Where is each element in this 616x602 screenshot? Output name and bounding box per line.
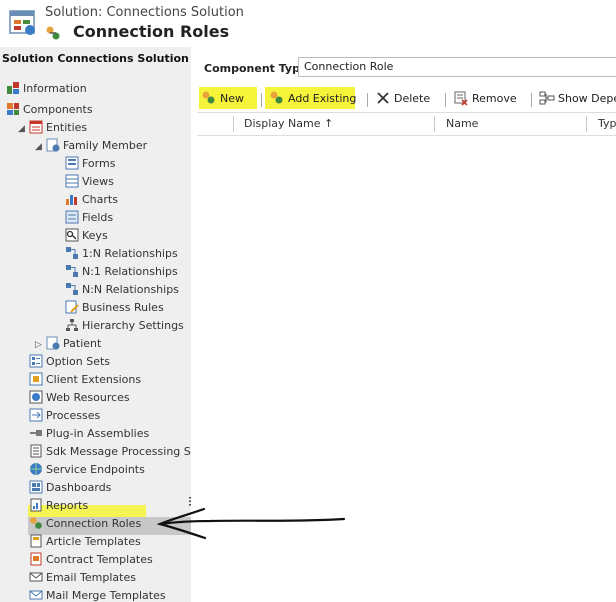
sidebar-item-components[interactable]: Components [6, 101, 93, 119]
sidebar-item-web-resources[interactable]: Web Resources [29, 389, 130, 407]
toolbar-divider [367, 93, 368, 107]
new-button[interactable]: New [201, 90, 244, 108]
sidebar-item-email-templates[interactable]: Email Templates [29, 569, 136, 587]
views-icon [65, 174, 79, 188]
entity-icon [46, 138, 60, 152]
column-name[interactable]: Name [446, 117, 478, 130]
column-divider [434, 116, 435, 132]
toolbar: New Add Existing Delete Remove Show Depe [197, 87, 616, 111]
solution-icon [9, 10, 35, 35]
contract-templates-icon [30, 552, 42, 566]
relationship-icon [66, 265, 78, 277]
new-icon [202, 91, 215, 104]
business-rules-icon [65, 300, 79, 314]
show-dependencies-icon [539, 91, 555, 105]
grid-header: Display Name ↑ Name Type [197, 112, 616, 136]
hierarchy-icon [66, 319, 78, 331]
sidebar-item-contract-templates[interactable]: Contract Templates [29, 551, 153, 569]
family-member-collapse-icon[interactable]: ◢ [35, 142, 42, 152]
sidebar-item-dashboards[interactable]: Dashboards [29, 479, 111, 497]
sidebar-item-sdk-message[interactable]: Sdk Message Processing St... [29, 443, 191, 461]
column-divider [233, 116, 234, 132]
patient-expand-icon[interactable]: ▷ [35, 340, 42, 350]
sidebar-item-entities[interactable]: Entities [29, 119, 87, 137]
sidebar-item-connection-roles[interactable]: Connection Roles [29, 515, 141, 533]
web-resources-icon [29, 390, 43, 404]
entities-icon [29, 120, 43, 134]
sidebar-item-business-rules[interactable]: Business Rules [65, 299, 164, 317]
column-display-name[interactable]: Display Name ↑ [244, 117, 333, 130]
fields-icon [65, 210, 79, 224]
toolbar-divider [531, 93, 532, 107]
sidebar-item-mail-merge-templates[interactable]: Mail Merge Templates [29, 587, 166, 602]
entity-icon [46, 336, 60, 350]
sidebar-item-forms[interactable]: Forms [65, 155, 115, 173]
plugin-icon [30, 430, 42, 436]
email-templates-icon [29, 572, 43, 582]
solution-label: Solution: Connections Solution [45, 5, 244, 20]
sdk-message-icon [30, 444, 42, 458]
sidebar-item-article-templates[interactable]: Article Templates [29, 533, 141, 551]
sidebar-item-nn-relationships[interactable]: N:N Relationships [65, 281, 179, 299]
main-panel: Component Type Connection Role New Add E… [197, 47, 616, 602]
toolbar-divider [261, 93, 262, 107]
page-title: Connection Roles [73, 22, 230, 41]
add-existing-button[interactable]: Add Existing [269, 90, 356, 108]
dashboards-icon [29, 480, 43, 494]
column-type[interactable]: Type [598, 117, 616, 130]
service-endpoints-icon [30, 463, 42, 475]
keys-icon [65, 228, 79, 242]
sidebar-item-option-sets[interactable]: Option Sets [29, 353, 110, 371]
components-icon [7, 103, 19, 115]
mail-merge-icon [29, 590, 43, 600]
column-divider [586, 116, 587, 132]
sidebar-item-processes[interactable]: Processes [29, 407, 100, 425]
relationship-icon [66, 283, 78, 295]
component-type-select[interactable]: Connection Role [298, 57, 616, 77]
sidebar-title: Solution Connections Solution [2, 52, 189, 65]
article-templates-icon [30, 534, 42, 548]
add-existing-icon [270, 91, 283, 104]
sidebar-item-client-extensions[interactable]: Client Extensions [29, 371, 141, 389]
component-type-label: Component Type [204, 62, 308, 75]
remove-icon [454, 91, 468, 106]
sidebar-item-patient[interactable]: Patient [46, 335, 101, 353]
solution-sidebar: Solution Connections Solution ◢ ◢ ▷ Info… [0, 47, 191, 602]
toolbar-divider [445, 93, 446, 107]
sidebar-item-service-endpoints[interactable]: Service Endpoints [29, 461, 145, 479]
connection-roles-icon [30, 517, 42, 529]
delete-icon [377, 92, 389, 104]
relationship-icon [66, 247, 78, 259]
sidebar-item-keys[interactable]: Keys [65, 227, 108, 245]
sidebar-item-charts[interactable]: Charts [65, 191, 118, 209]
sidebar-item-information[interactable]: Information [6, 80, 87, 98]
client-extensions-icon [29, 372, 43, 386]
remove-button[interactable]: Remove [453, 90, 517, 108]
charts-icon [66, 195, 77, 205]
sidebar-item-1n-relationships[interactable]: 1:N Relationships [65, 245, 178, 263]
sidebar-item-hierarchy-settings[interactable]: Hierarchy Settings [65, 317, 184, 335]
show-dependencies-button[interactable]: Show Depe [539, 90, 616, 108]
connection-roles-icon [46, 26, 60, 40]
sidebar-item-n1-relationships[interactable]: N:1 Relationships [65, 263, 178, 281]
sidebar-item-fields[interactable]: Fields [65, 209, 113, 227]
sidebar-item-reports[interactable]: Reports [29, 497, 88, 515]
option-sets-icon [29, 354, 43, 368]
reports-icon [30, 498, 42, 512]
sidebar-item-family-member[interactable]: Family Member [46, 137, 147, 155]
processes-icon [29, 408, 43, 422]
entities-collapse-icon[interactable]: ◢ [18, 124, 25, 134]
page-header: Solution: Connections Solution Connectio… [0, 0, 616, 46]
information-icon [7, 82, 19, 94]
forms-icon [65, 156, 79, 170]
sidebar-item-plugin-assemblies[interactable]: Plug-in Assemblies [29, 425, 149, 443]
delete-button[interactable]: Delete [375, 90, 430, 108]
sort-ascending-icon: ↑ [324, 117, 334, 130]
sidebar-item-views[interactable]: Views [65, 173, 114, 191]
